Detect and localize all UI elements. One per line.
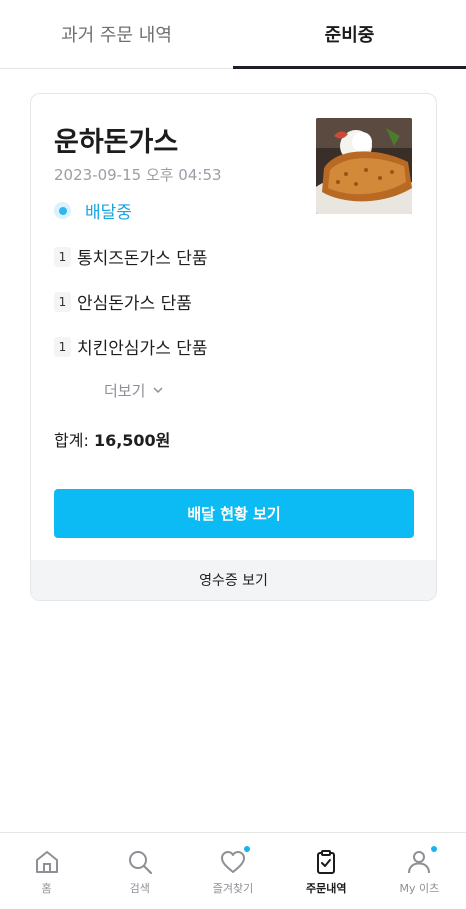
item-name: 안심돈가스 단품	[77, 294, 192, 314]
nav-orders[interactable]: 주문내역	[280, 833, 373, 909]
item-name: 통치즈돈가스 단품	[77, 249, 208, 269]
delivery-status: 배달중	[54, 198, 132, 223]
total-label: 합계:	[54, 431, 89, 450]
status-label: 배달중	[85, 203, 132, 223]
food-thumbnail	[316, 118, 412, 214]
order-tabs: 과거 주문 내역 준비중	[0, 0, 466, 69]
order-item: 1 안심돈가스 단품	[54, 289, 192, 314]
nav-home[interactable]: 홈	[0, 833, 93, 909]
order-item: 1 통치즈돈가스 단품	[54, 244, 208, 269]
total-value: 16,500원	[93, 431, 171, 450]
notification-dot	[431, 846, 438, 852]
tab-past-orders[interactable]: 과거 주문 내역	[0, 0, 233, 68]
search-icon	[128, 851, 152, 875]
store-name[interactable]: 운하돈가스	[54, 120, 178, 159]
nav-label: My 이츠	[399, 882, 440, 895]
notification-dot	[244, 846, 250, 852]
chevron-down-icon	[153, 387, 163, 394]
status-dot-icon	[54, 202, 71, 219]
heart-icon	[221, 851, 245, 873]
order-item: 1 치킨안심가스 단품	[54, 334, 208, 359]
nav-my-eats[interactable]: My 이츠	[373, 833, 466, 909]
view-receipt-button[interactable]: 영수증 보기	[31, 560, 436, 600]
item-name: 치킨안심가스 단품	[77, 339, 208, 359]
home-icon	[35, 851, 58, 873]
track-delivery-button[interactable]: 배달 현황 보기	[54, 489, 414, 538]
order-card: 운하돈가스 2023-09-15 오후 04:53 배달중 1 통치즈돈가스 단…	[30, 93, 437, 601]
nav-search[interactable]: 검색	[93, 833, 186, 909]
order-total: 합계: 16,500원	[54, 427, 170, 451]
item-quantity: 1	[54, 291, 71, 312]
nav-label: 홈	[41, 882, 52, 895]
user-icon	[408, 851, 431, 874]
nav-label: 주문내역	[305, 882, 347, 895]
nav-label: 즐겨찾기	[212, 882, 254, 895]
bottom-navigation: 홈 검색 즐겨찾기 주문내역 My 이츠	[0, 832, 466, 909]
order-datetime: 2023-09-15 오후 04:53	[54, 166, 222, 184]
order-list-icon	[317, 850, 336, 874]
item-quantity: 1	[54, 246, 71, 267]
tab-preparing[interactable]: 준비중	[233, 0, 466, 69]
nav-label: 검색	[129, 882, 150, 895]
item-quantity: 1	[54, 336, 71, 357]
show-more-label: 더보기	[104, 382, 146, 400]
nav-favorites[interactable]: 즐겨찾기	[186, 833, 279, 909]
show-more-button[interactable]: 더보기	[104, 380, 163, 401]
